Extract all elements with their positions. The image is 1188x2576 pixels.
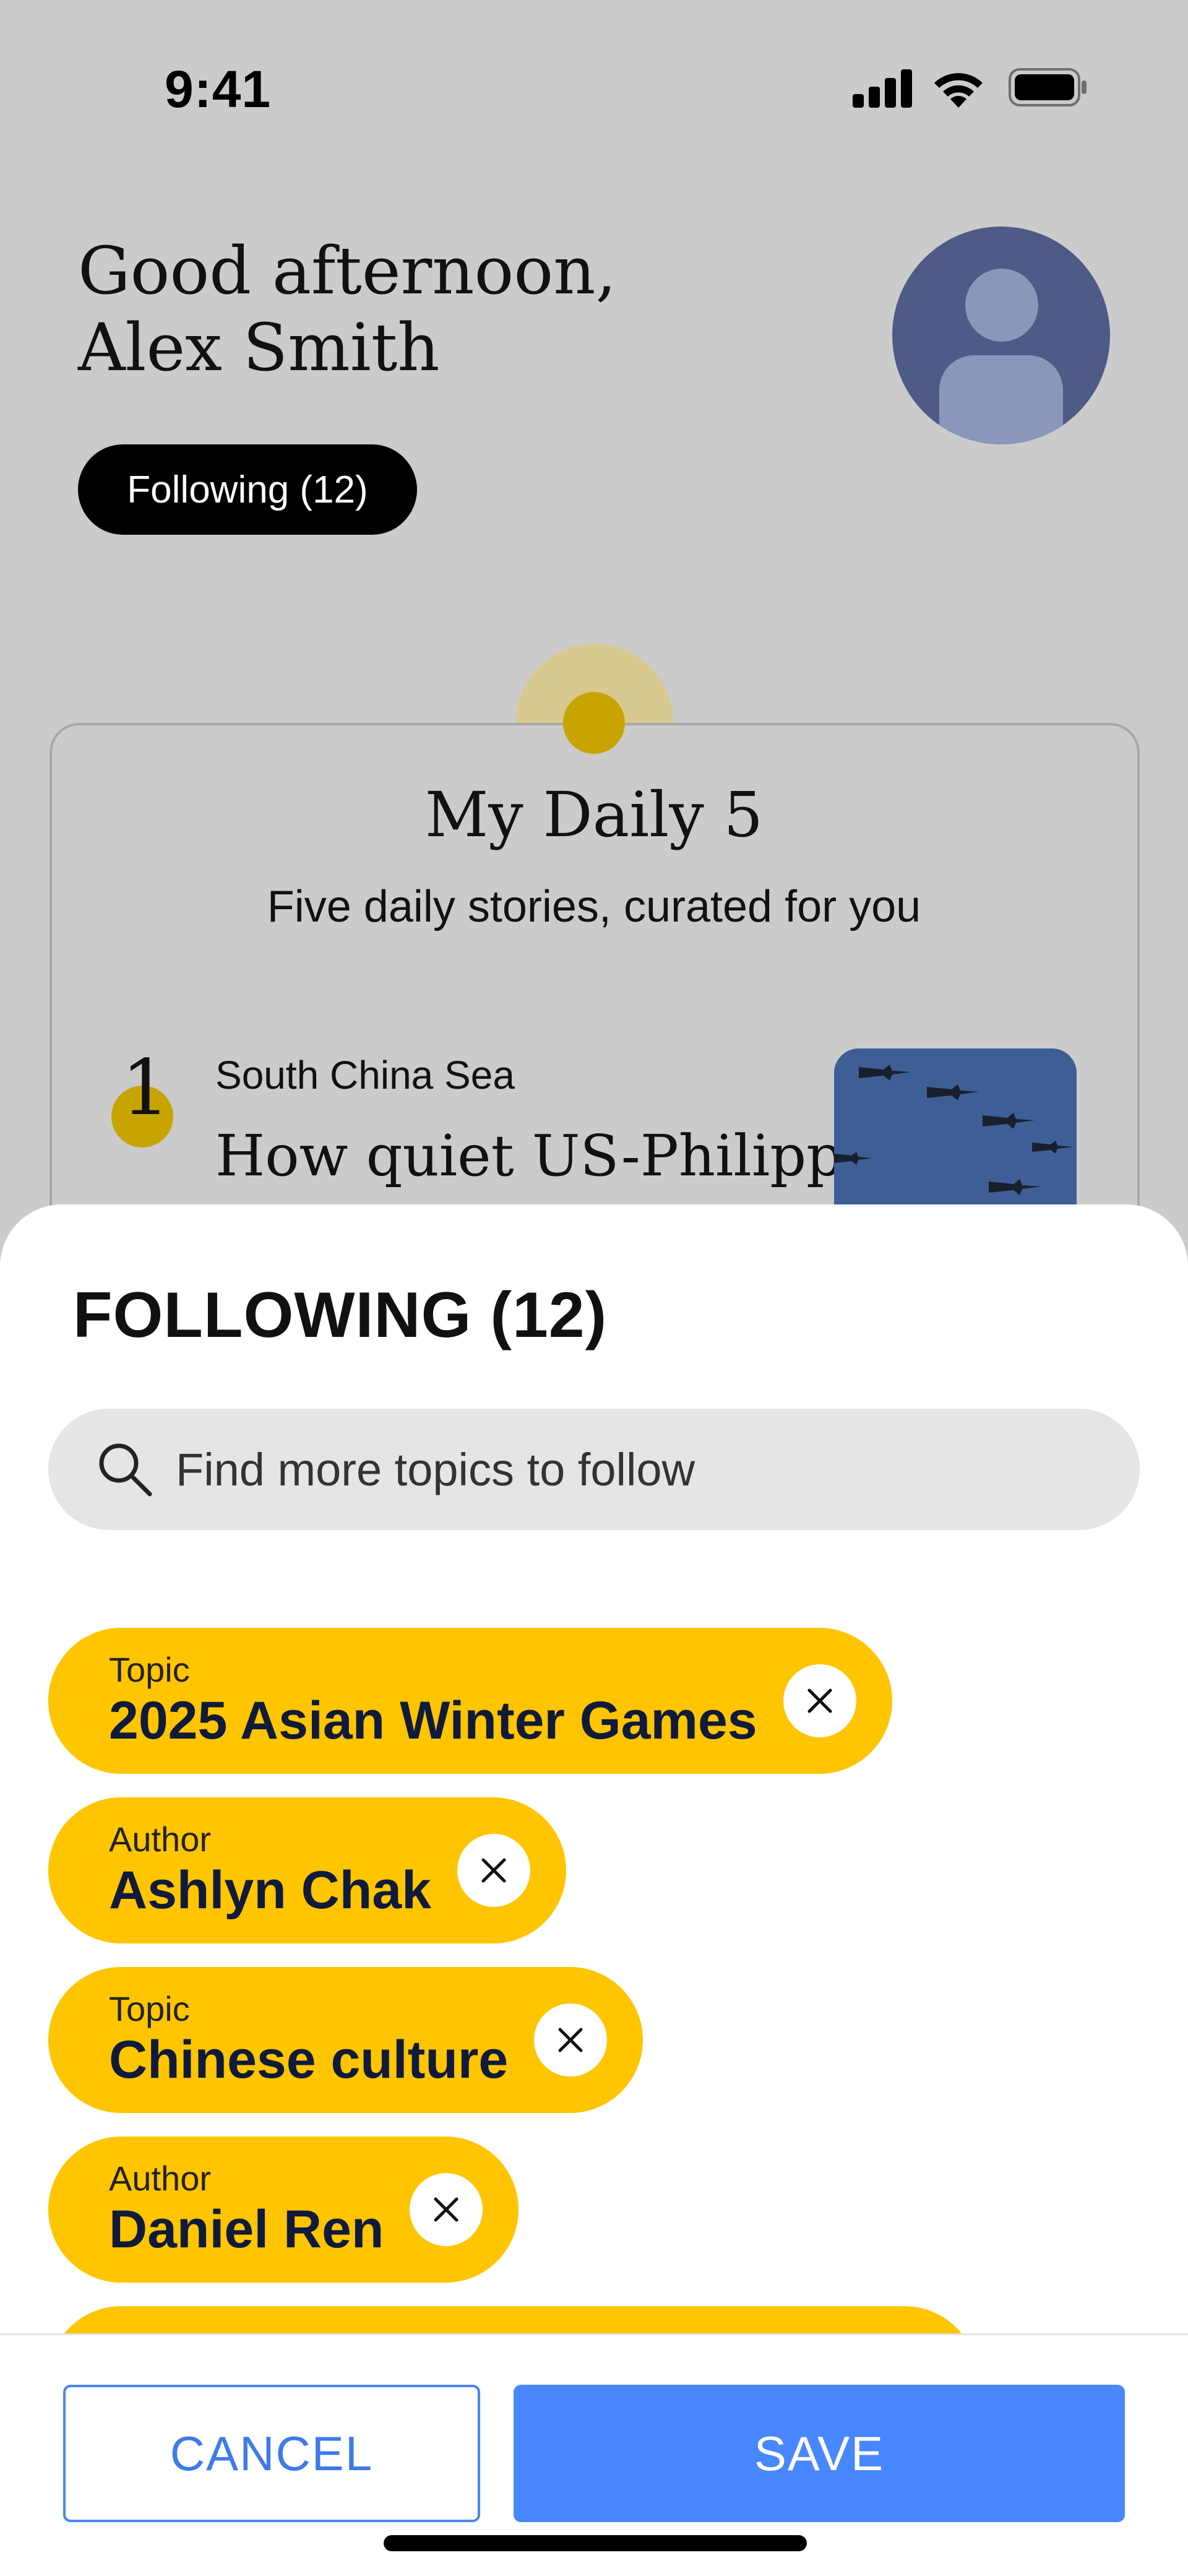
- chip-text: Author Daniel Ren: [109, 2159, 384, 2260]
- sheet-title: FOLLOWING (12): [73, 1279, 608, 1351]
- following-button[interactable]: Following (12): [78, 444, 417, 535]
- status-bar: 9:41: [0, 0, 1188, 173]
- cellular-signal-icon: [853, 69, 912, 108]
- remove-chip-button[interactable]: [534, 2003, 608, 2077]
- status-time: 9:41: [165, 60, 272, 118]
- followed-chip[interactable]: Topic Chinese culture: [48, 1967, 644, 2113]
- close-icon: [807, 1688, 832, 1713]
- chip-text: Topic 2025 Asian Winter Games: [109, 1650, 757, 1752]
- close-icon: [434, 2197, 458, 2222]
- avatar-body: [939, 355, 1063, 444]
- daily-dot-icon: [563, 692, 625, 754]
- followed-chip[interactable]: Author Ashlyn Chak: [48, 1797, 566, 1943]
- chip-label: 2025 Asian Winter Games: [109, 1691, 757, 1750]
- close-icon: [481, 1858, 506, 1883]
- remove-chip-button[interactable]: [457, 1834, 530, 1907]
- user-avatar-icon[interactable]: [892, 227, 1110, 444]
- user-name: Alex Smith: [78, 309, 440, 386]
- save-button[interactable]: SAVE: [514, 2385, 1125, 2522]
- followed-chip[interactable]: Topic 2025 Asian Winter Games: [48, 1628, 892, 1774]
- followed-chip[interactable]: Author Daniel Ren: [48, 2137, 519, 2283]
- chip-label: Chinese culture: [109, 2030, 509, 2090]
- wifi-icon: [934, 73, 983, 108]
- greeting-line: Good afternoon,: [78, 233, 617, 309]
- chip-type: Topic: [109, 1989, 190, 2028]
- chip-text: Author Ashlyn Chak: [109, 1820, 431, 1921]
- battery-icon: [1009, 68, 1087, 106]
- remove-chip-button[interactable]: [410, 2173, 483, 2246]
- search-bar[interactable]: [48, 1409, 1140, 1530]
- remove-chip-button[interactable]: [783, 1664, 856, 1737]
- story-section-label[interactable]: South China Sea: [215, 1052, 515, 1098]
- cancel-button[interactable]: CANCEL: [63, 2385, 480, 2522]
- chip-type: Author: [109, 1820, 211, 1859]
- home-indicator[interactable]: [384, 2535, 807, 2551]
- greeting-heading: Good afternoon, Alex Smith: [78, 233, 616, 386]
- avatar-head: [965, 269, 1038, 342]
- search-input[interactable]: [176, 1409, 1104, 1530]
- search-icon: [99, 1443, 152, 1497]
- story-title[interactable]: How quiet US-Philippine South China: [215, 1119, 834, 1193]
- chip-label: Ashlyn Chak: [109, 1861, 431, 1920]
- chip-type: Topic: [109, 1650, 190, 1689]
- chip-text: Topic Chinese culture: [109, 1989, 508, 2091]
- daily-title: My Daily 5: [424, 779, 764, 851]
- story-rank: 1: [121, 1044, 170, 1133]
- chip-label: Daniel Ren: [109, 2200, 384, 2259]
- close-icon: [558, 2028, 583, 2052]
- daily-subtitle: Five daily stories, curated for you: [267, 882, 921, 931]
- chip-type: Author: [109, 2159, 211, 2198]
